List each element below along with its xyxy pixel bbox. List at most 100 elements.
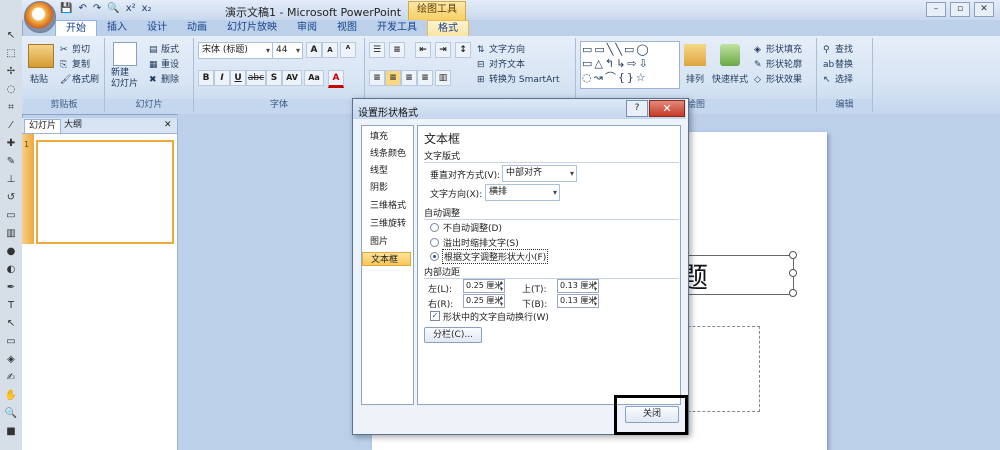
character-spacing-button[interactable]: AV xyxy=(282,70,302,86)
office-button[interactable] xyxy=(24,1,56,33)
vertical-align-dropdown[interactable]: 中部对齐 xyxy=(502,165,577,182)
hand-tool-icon[interactable]: ✋ xyxy=(4,390,18,402)
arrange-button[interactable]: 排列 xyxy=(686,72,704,85)
tab-view[interactable]: 视图 xyxy=(327,20,367,36)
color-swatch-icon[interactable]: ■ xyxy=(4,426,18,438)
increase-indent-icon[interactable]: ⇥ xyxy=(435,42,451,58)
undo-icon[interactable]: ↶ xyxy=(78,3,86,17)
subscript-icon[interactable]: x₂ xyxy=(142,3,152,17)
tab-developer[interactable]: 开发工具 xyxy=(367,20,427,36)
radio-no-autofit[interactable] xyxy=(430,223,439,232)
underline-button[interactable]: U xyxy=(230,70,246,86)
justify-icon[interactable]: ≡ xyxy=(417,70,433,86)
quick-styles-icon[interactable] xyxy=(720,44,740,66)
columns-icon[interactable]: ▥ xyxy=(435,70,451,86)
nav-item-shadow[interactable]: 阴影 xyxy=(362,181,411,195)
tab-format[interactable]: 格式 xyxy=(427,20,469,37)
shape-tool-icon[interactable]: ▭ xyxy=(4,336,18,348)
crop-tool-icon[interactable]: ⌗ xyxy=(4,102,18,114)
pen-tool-icon[interactable]: ✒ xyxy=(4,282,18,294)
superscript-icon[interactable]: x² xyxy=(126,3,136,17)
resize-handle[interactable] xyxy=(789,251,797,259)
close-pane-icon[interactable]: ✕ xyxy=(160,119,176,132)
new-slide-icon[interactable] xyxy=(113,42,137,66)
columns-button[interactable]: 分栏(C)... xyxy=(424,327,482,343)
nav-item-line-style[interactable]: 线型 xyxy=(362,164,411,178)
strikethrough-button[interactable]: abc xyxy=(246,70,266,86)
preview-icon[interactable]: 🔍 xyxy=(107,3,119,17)
redo-icon[interactable]: ↷ xyxy=(93,3,101,17)
right-margin-spinner[interactable]: 0.25 厘米 xyxy=(463,294,505,308)
stamp-tool-icon[interactable]: ⊥ xyxy=(4,174,18,186)
decrease-indent-icon[interactable]: ⇤ xyxy=(415,42,431,58)
dialog-help-button[interactable]: ? xyxy=(626,100,648,117)
path-select-icon[interactable]: ↖ xyxy=(4,318,18,330)
resize-handle[interactable] xyxy=(789,289,797,297)
layout-button[interactable]: ▤ 版式 xyxy=(149,42,179,56)
3d-tool-icon[interactable]: ◈ xyxy=(4,354,18,366)
move-tool-icon[interactable]: ✢ xyxy=(4,66,18,78)
align-center-icon[interactable]: ≡ xyxy=(385,70,401,86)
shrink-font-button[interactable]: A xyxy=(322,42,338,58)
bottom-margin-spinner[interactable]: 0.13 厘米 xyxy=(557,294,599,308)
shape-fill-button[interactable]: ◈ 形状填充 xyxy=(754,42,802,56)
gradient-tool-icon[interactable]: ▥ xyxy=(4,228,18,240)
marquee-tool-icon[interactable]: ⬚ xyxy=(4,48,18,60)
tab-slideshow[interactable]: 幻灯片放映 xyxy=(217,20,287,36)
minimize-button[interactable]: – xyxy=(926,2,946,17)
shape-effects-button[interactable]: ◇ 形状效果 xyxy=(754,72,802,86)
replace-button[interactable]: ab替换 xyxy=(823,57,853,71)
tab-animations[interactable]: 动画 xyxy=(177,20,217,36)
eraser-tool-icon[interactable]: ▭ xyxy=(4,210,18,222)
tab-design[interactable]: 设计 xyxy=(137,20,177,36)
line-spacing-icon[interactable]: ↕ xyxy=(455,42,471,58)
left-margin-spinner[interactable]: 0.25 厘米 xyxy=(463,279,505,293)
quick-styles-button[interactable]: 快速样式 xyxy=(712,72,748,85)
shape-outline-button[interactable]: ✎ 形状轮廓 xyxy=(754,57,802,71)
tab-home[interactable]: 开始 xyxy=(55,20,97,37)
reset-button[interactable]: ▦ 重设 xyxy=(149,57,179,71)
convert-smartart-button[interactable]: ⊞ 转换为 SmartArt xyxy=(477,72,559,86)
align-left-icon[interactable]: ≡ xyxy=(369,70,385,86)
heal-tool-icon[interactable]: ✚ xyxy=(4,138,18,150)
change-case-button[interactable]: Aa xyxy=(304,70,324,86)
tab-review[interactable]: 审阅 xyxy=(287,20,327,36)
clear-format-button[interactable]: ᴬ xyxy=(340,42,356,58)
font-name-combo[interactable]: 宋体 (标题) xyxy=(198,42,273,59)
cut-button[interactable]: ✂ 剪切 xyxy=(60,42,90,56)
tab-insert[interactable]: 插入 xyxy=(97,20,137,36)
blur-tool-icon[interactable]: ● xyxy=(4,246,18,258)
format-painter-button[interactable]: 🖌格式刷 xyxy=(60,72,99,86)
shapes-gallery[interactable]: ▭▭╲╲▭◯ ▭△↰↳⇨⇩ ◌↝⌒{}☆ xyxy=(580,41,680,89)
text-direction-button[interactable]: ⇅ 文字方向 xyxy=(477,42,525,56)
nav-item-text-box[interactable]: 文本框 xyxy=(362,252,411,266)
text-direction-dropdown[interactable]: 横排 xyxy=(485,184,560,201)
italic-button[interactable]: I xyxy=(214,70,230,86)
copy-button[interactable]: ⎘ 复制 xyxy=(60,57,90,71)
maximize-button[interactable]: ▫ xyxy=(950,2,970,17)
save-icon[interactable]: 💾 xyxy=(60,3,72,17)
delete-slide-button[interactable]: ✖ 删除 xyxy=(149,72,179,86)
grow-font-button[interactable]: A xyxy=(306,42,322,58)
select-button[interactable]: ↖ 选择 xyxy=(823,72,853,86)
paste-icon[interactable] xyxy=(28,44,54,68)
history-brush-icon[interactable]: ↺ xyxy=(4,192,18,204)
paste-button[interactable]: 粘贴 xyxy=(30,72,48,85)
new-slide-button[interactable]: 新建 幻灯片 xyxy=(111,68,138,90)
bold-button[interactable]: B xyxy=(198,70,214,86)
close-window-button[interactable]: ✕ xyxy=(974,2,994,17)
eyedropper-tool-icon[interactable]: ⁄ xyxy=(4,120,18,132)
dialog-close-x-button[interactable]: ✕ xyxy=(649,100,685,117)
shadow-button[interactable]: S xyxy=(266,70,282,86)
align-right-icon[interactable]: ≡ xyxy=(401,70,417,86)
wrap-text-checkbox[interactable]: ✓ xyxy=(430,311,440,321)
font-color-button[interactable]: A xyxy=(328,70,344,88)
font-size-combo[interactable]: 44 xyxy=(272,42,303,59)
zoom-tool-icon[interactable]: 🔍 xyxy=(4,408,18,420)
lasso-tool-icon[interactable]: ◌ xyxy=(4,84,18,96)
bullets-icon[interactable]: ☰ xyxy=(369,42,385,58)
arrange-icon[interactable] xyxy=(684,44,706,66)
nav-item-line-color[interactable]: 线条颜色 xyxy=(362,147,411,161)
resize-handle[interactable] xyxy=(789,269,797,277)
type-tool-icon[interactable]: T xyxy=(4,300,18,312)
